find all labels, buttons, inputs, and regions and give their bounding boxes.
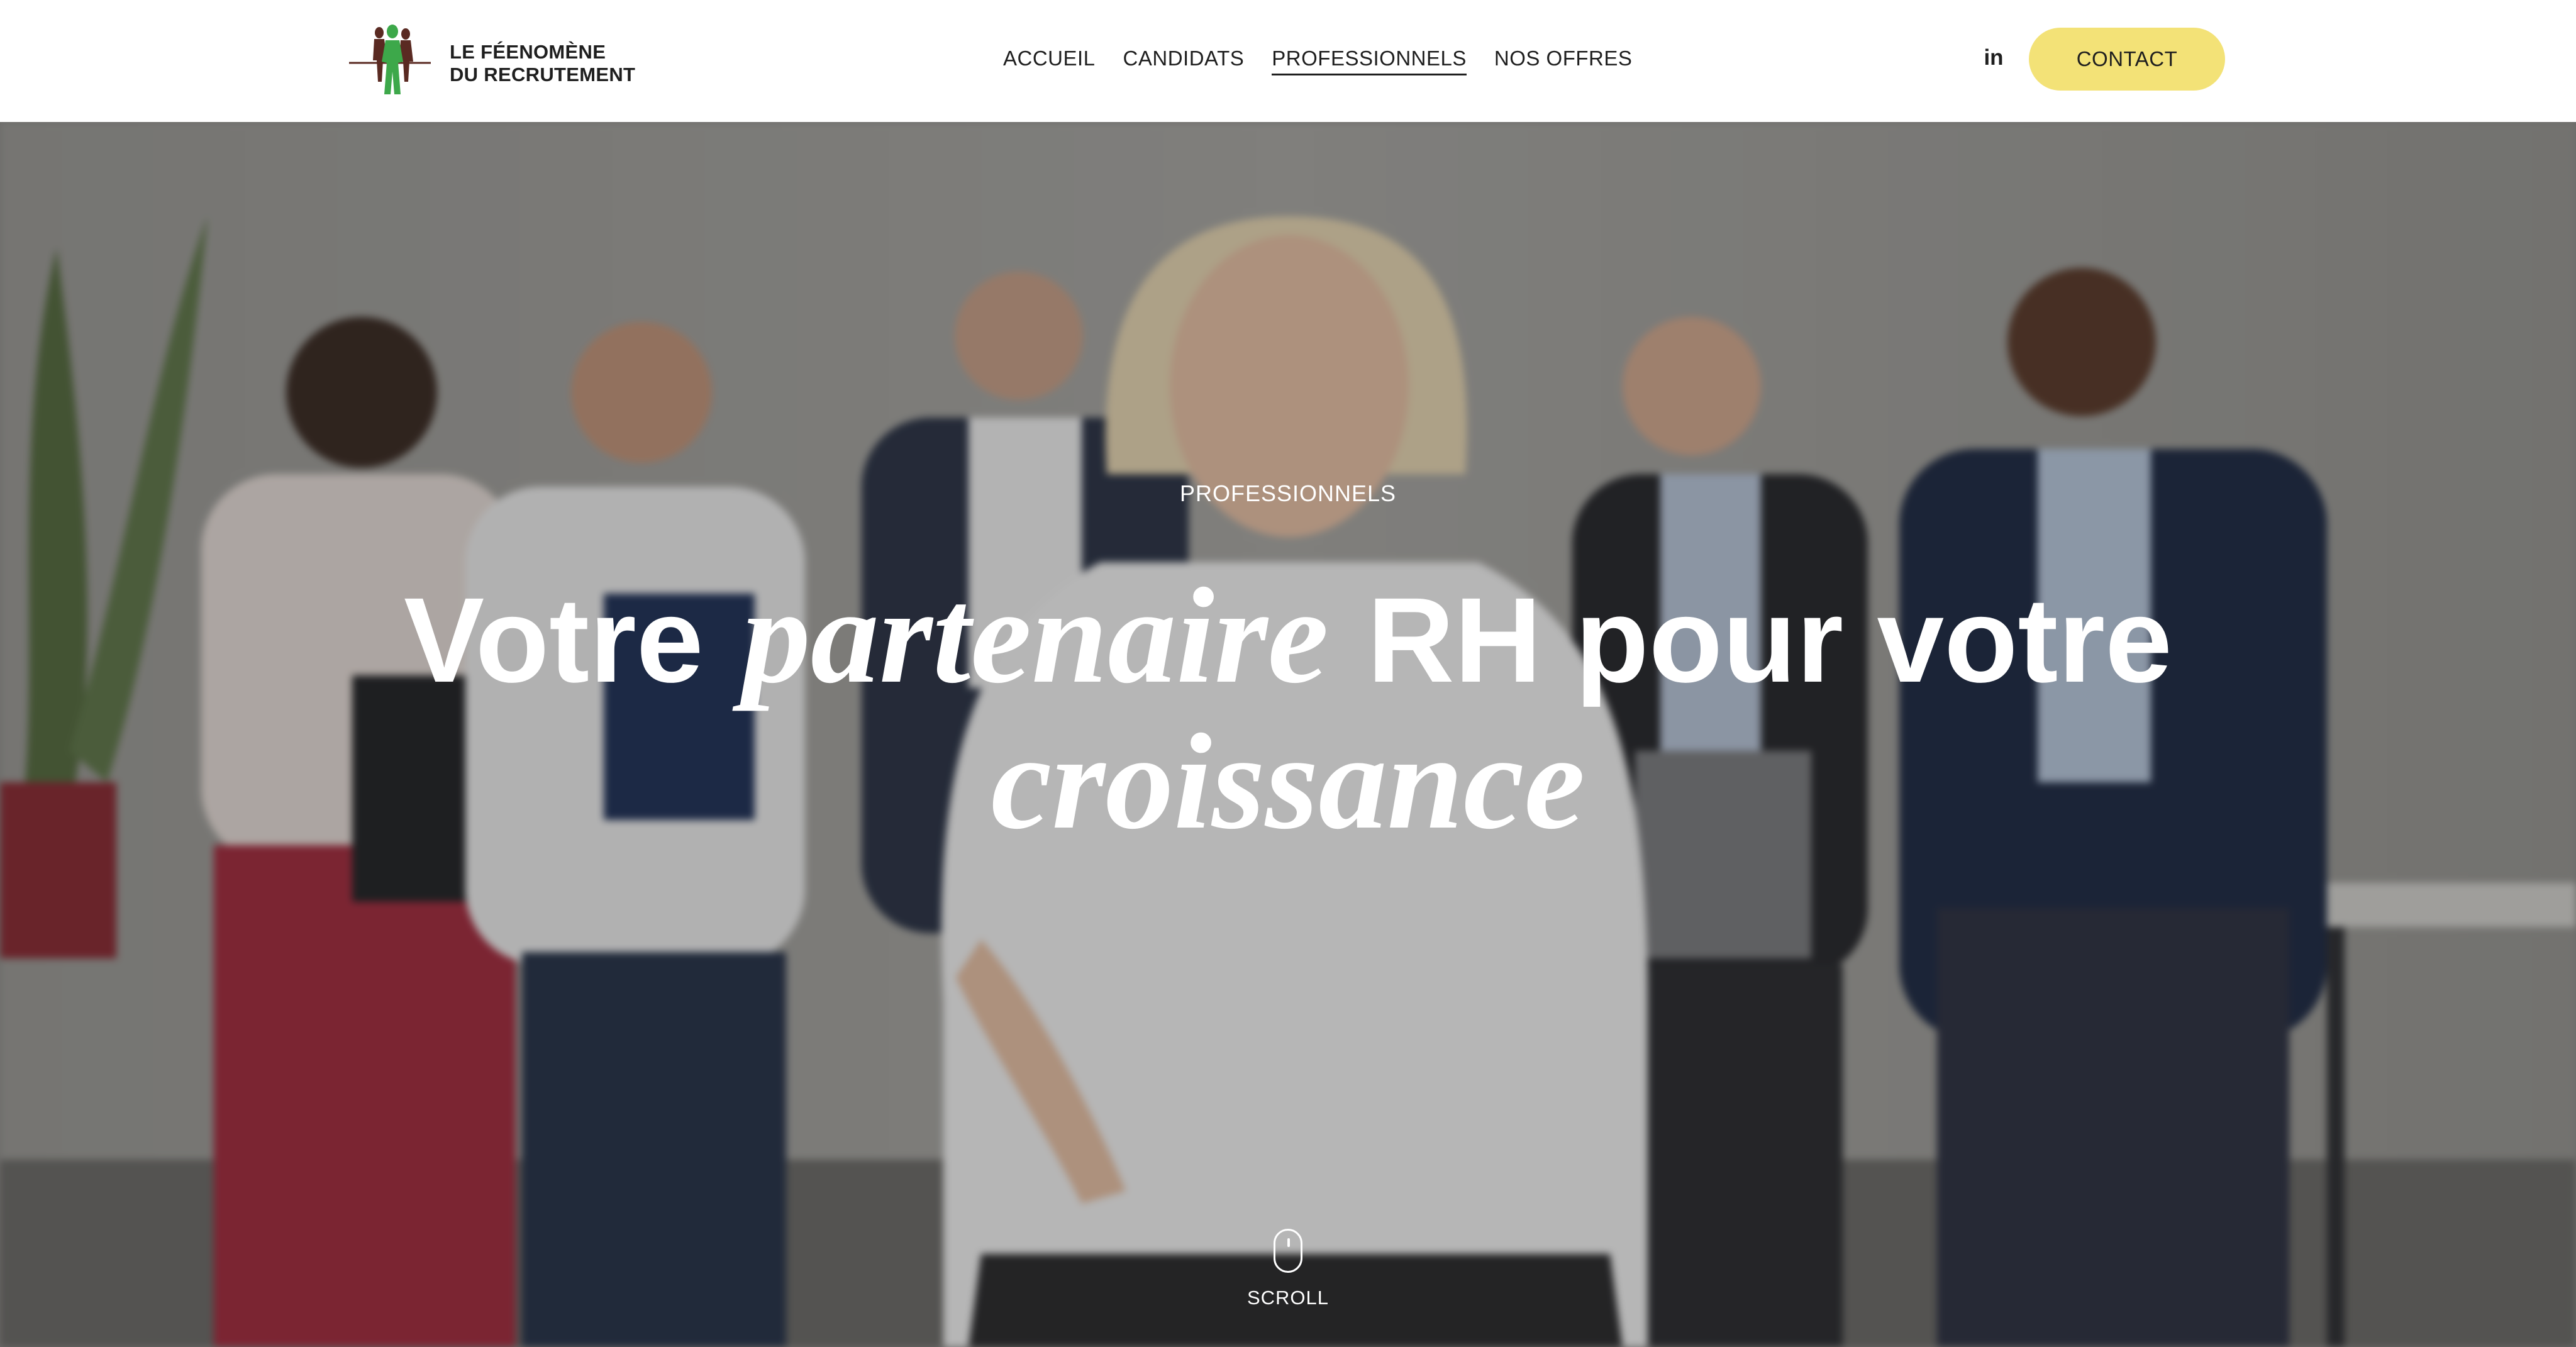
hero-title-highlight-2-text: croissance [991,706,1585,858]
hero-title-line-2: croissance [0,711,2576,857]
nav-nos-offres[interactable]: NOS OFFRES [1494,44,1633,75]
hero-eyebrow: PROFESSIONNELS [1179,480,1397,506]
hero-title-highlight-1: partenaire [736,565,1334,707]
hero-section: PROFESSIONNELS Votre partenaire RH pour … [0,122,2576,1347]
linkedin-icon[interactable]: in [1981,45,2006,70]
nav-professionnels[interactable]: PROFESSIONNELS [1272,44,1467,75]
hero-title-line-1: Votre partenaire RH pour votre [0,565,2576,711]
hero-title-highlight-2: croissance [985,711,1591,853]
logo-line-2: DU RECRUTEMENT [450,64,636,86]
hero-title-part-2: RH pour votre [1367,572,2172,707]
nav-candidats[interactable]: CANDIDATS [1123,44,1245,75]
hero-title-part-1: Votre [404,572,704,707]
logo-mark-icon [349,25,431,94]
scroll-cue[interactable]: SCROLL [1225,1229,1351,1323]
logo[interactable]: LE FÉENOMÈNE DU RECRUTEMENT [349,24,635,99]
mouse-scroll-icon [1274,1229,1302,1273]
main-nav: ACCUEIL CANDIDATS PROFESSIONNELS NOS OFF… [1003,44,1660,75]
hero-title: Votre partenaire RH pour votre croissanc… [0,565,2576,857]
hero-title-highlight-1-text: partenaire [741,560,1329,712]
logo-text: LE FÉENOMÈNE DU RECRUTEMENT [450,41,635,86]
logo-line-1: LE FÉENOMÈNE [450,41,606,63]
scroll-label: SCROLL [1246,1287,1330,1309]
contact-button[interactable]: CONTACT [2029,28,2225,91]
nav-accueil[interactable]: ACCUEIL [1003,44,1096,75]
site-header: LE FÉENOMÈNE DU RECRUTEMENT ACCUEIL CAND… [0,0,2576,122]
